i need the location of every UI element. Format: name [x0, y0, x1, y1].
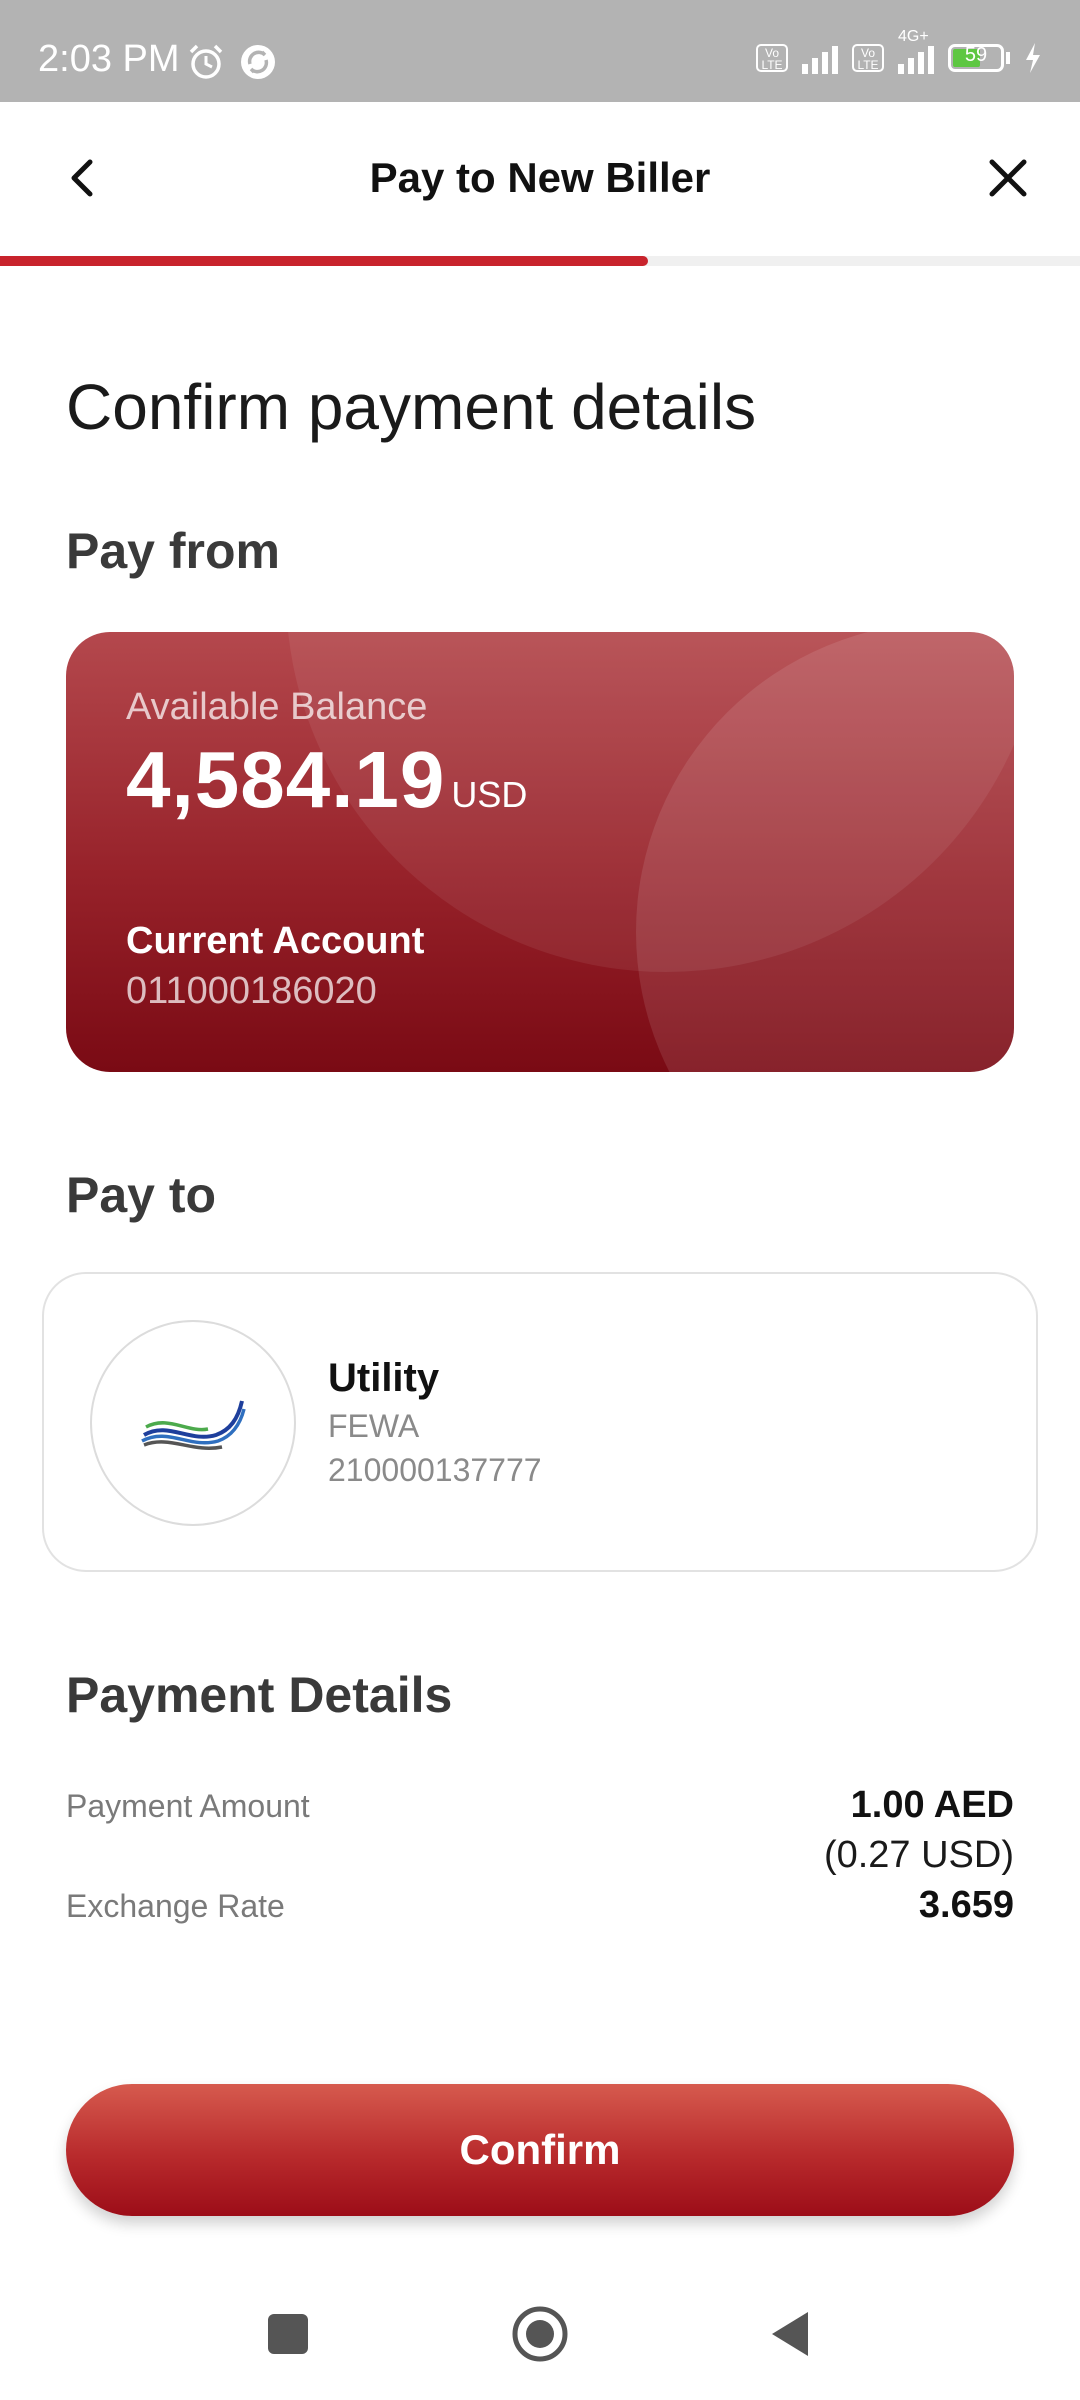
step-progress-fill — [0, 256, 648, 266]
volte-icon: Vo LTE — [756, 44, 788, 72]
status-time: 2:03 PM — [38, 38, 180, 80]
payment-amount-converted: (0.27 USD) — [823, 1834, 1014, 1876]
biller-account-number: 210000137777 — [328, 1452, 542, 1488]
pay-from-title: Pay from — [66, 523, 280, 579]
biller-code: FEWA — [328, 1408, 420, 1444]
balance-value: 4,584.19 USD — [126, 734, 527, 826]
balance-label: Available Balance — [126, 686, 428, 728]
signal-icon-2 — [898, 42, 934, 74]
battery-icon: 59 — [948, 44, 1004, 72]
confirm-button[interactable]: Confirm — [66, 2084, 1014, 2216]
exchange-rate-label: Exchange Rate — [66, 1888, 285, 1924]
fewa-wave-logo — [141, 1400, 246, 1450]
home-button-icon[interactable] — [511, 2305, 569, 2363]
alarm-icon — [189, 44, 223, 79]
status-bar: 2:03 PM Vo LTE Vo LTE 4G+ 59 — [0, 0, 1080, 102]
battery-level: 59 — [964, 44, 988, 66]
pay-to-title: Pay to — [66, 1167, 217, 1223]
source-account-card[interactable]: Available Balance 4,584.19 USD Current Ac… — [66, 632, 1014, 1072]
network-type-label: 4G+ — [898, 28, 929, 45]
balance-currency: USD — [451, 774, 528, 815]
balance-amount: 4,584.19 — [126, 735, 446, 824]
signal-icon — [802, 42, 838, 74]
sync-icon — [241, 45, 275, 79]
back-nav-icon[interactable] — [770, 2310, 810, 2358]
biller-card[interactable]: Utility FEWA 210000137777 — [42, 1272, 1038, 1572]
charging-bolt-icon — [1026, 43, 1040, 73]
close-button[interactable] — [976, 146, 1040, 210]
close-icon — [989, 159, 1027, 197]
biller-category: Utility — [328, 1356, 440, 1400]
header-title: Pay to New Biller — [369, 154, 711, 201]
account-number: 011000186020 — [126, 970, 377, 1012]
battery-tip — [1006, 52, 1010, 64]
recent-apps-button[interactable] — [268, 2314, 308, 2354]
volte-icon-2: Vo LTE — [852, 44, 884, 72]
app-header: Pay to New Biller — [0, 102, 1080, 258]
network-4g-icon: 4G+ — [898, 28, 934, 74]
status-notification-icons — [186, 42, 278, 82]
system-nav-bar — [0, 2280, 1080, 2400]
payment-amount-value: 1.00 AED — [850, 1784, 1014, 1826]
biller-logo — [90, 1320, 296, 1526]
payment-amount-label: Payment Amount — [66, 1788, 310, 1824]
status-system-icons: Vo LTE Vo LTE 4G+ 59 — [756, 28, 1042, 74]
payment-details-title: Payment Details — [66, 1667, 453, 1723]
step-progress-bar — [0, 256, 1080, 266]
page-title: Confirm payment details — [66, 371, 757, 443]
exchange-rate-value: 3.659 — [918, 1884, 1014, 1926]
account-type: Current Account — [126, 920, 425, 962]
